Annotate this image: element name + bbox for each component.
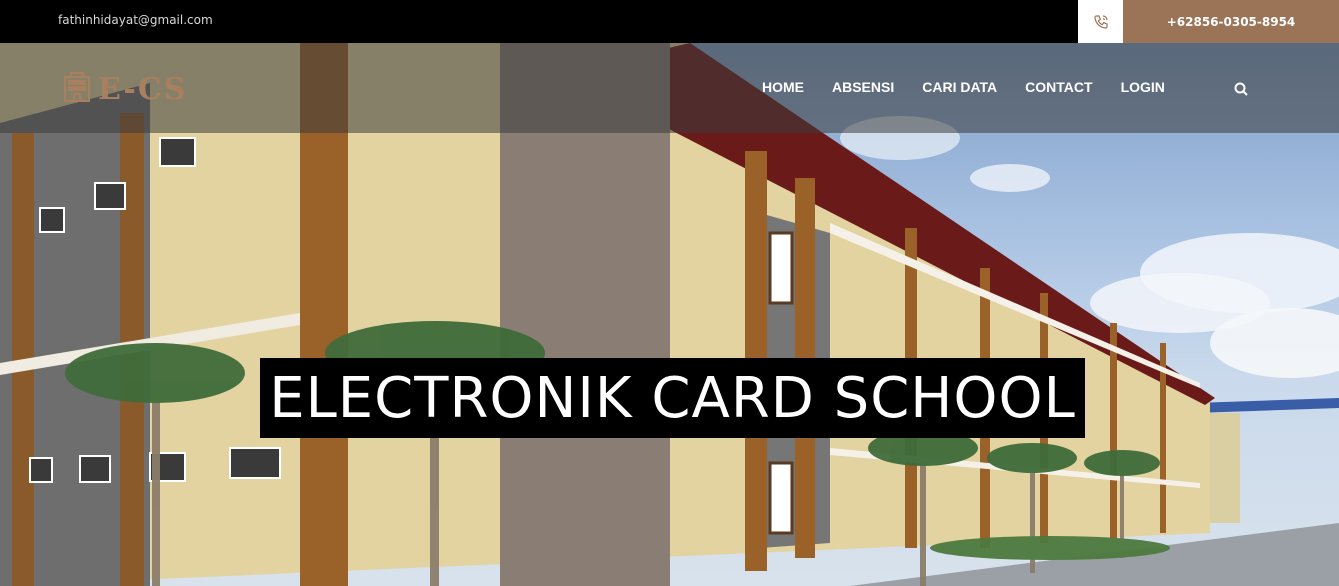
nav-contact[interactable]: CONTACT [1025, 79, 1092, 95]
nav-menu: HOME ABSENSI CARI DATA CONTACT LOGIN [762, 79, 1193, 95]
nav-home[interactable]: HOME [762, 79, 804, 95]
contact-phone[interactable]: +62856-0305-8954 [1123, 0, 1339, 43]
search-icon[interactable] [1234, 81, 1248, 100]
phone-icon [1078, 0, 1123, 43]
logo-text: E-CS [98, 71, 188, 107]
hero-title: ELECTRONIK CARD SCHOOL [260, 358, 1085, 438]
contact-email[interactable]: fathinhidayat@gmail.com [58, 13, 213, 27]
building-icon [62, 71, 92, 107]
top-bar: fathinhidayat@gmail.com +62856-0305-8954 [0, 0, 1339, 43]
nav-cari-data[interactable]: CARI DATA [922, 79, 997, 95]
nav-absensi[interactable]: ABSENSI [832, 79, 894, 95]
main-navbar: E-CS HOME ABSENSI CARI DATA CONTACT LOGI… [0, 43, 1339, 133]
brand-logo[interactable]: E-CS [62, 71, 187, 107]
nav-login[interactable]: LOGIN [1121, 79, 1165, 95]
